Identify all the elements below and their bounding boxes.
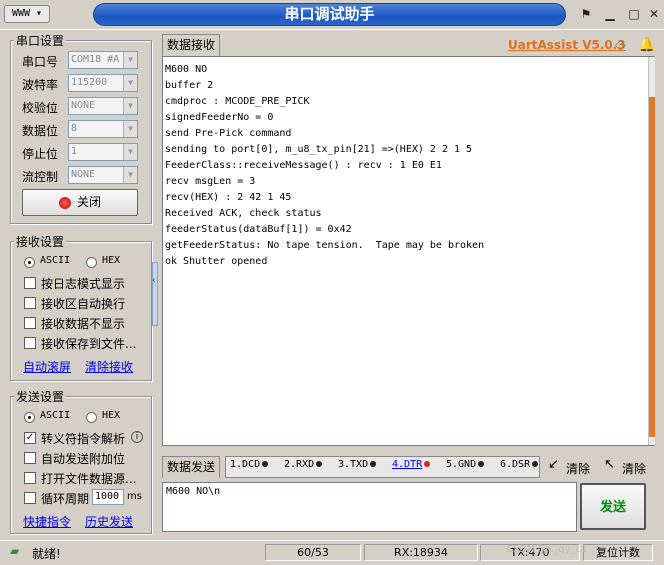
close-port-button[interactable]: 关闭 <box>22 189 138 216</box>
clear-receive-link[interactable]: 清除接收 <box>85 358 133 375</box>
status-led-icon <box>58 196 71 209</box>
signal-dtr[interactable]: 4.DTR <box>392 459 431 470</box>
ready-icon: ▰ <box>10 544 20 558</box>
dcd-led-icon <box>262 461 269 467</box>
rx-counter: RX:18934 <box>364 544 478 561</box>
brand-link[interactable]: UartAssist V5.0.3 <box>508 38 626 52</box>
ratio-field: 60/53 <box>265 544 361 561</box>
chevron-down-icon: ▼ <box>123 75 137 91</box>
hide-data-checkbox[interactable] <box>24 317 36 329</box>
reset-counter-button[interactable]: 复位计数 <box>583 544 653 561</box>
receive-hex-label: HEX <box>102 255 121 266</box>
clear-down-arrow-icon: ↙ <box>548 457 559 472</box>
chevron-down-icon: ▼ <box>123 98 137 114</box>
save-file-checkbox[interactable] <box>24 337 36 349</box>
bell-icon[interactable]: 🔔 <box>638 37 655 53</box>
gnd-led-icon <box>478 461 485 467</box>
baud-label: 波特率 <box>22 78 59 92</box>
chevron-down-icon: ▼ <box>123 121 137 137</box>
signal-gnd[interactable]: 5.GND <box>446 459 485 470</box>
send-button[interactable]: 发送 <box>580 483 646 530</box>
txd-led-icon <box>370 461 377 467</box>
send-hex-label: HEX <box>102 410 121 421</box>
pin-icon[interactable]: ⚑ <box>576 5 596 23</box>
send-settings-title: 发送设置 <box>14 388 67 405</box>
app-icon: WWW <box>11 8 30 19</box>
rxd-led-icon <box>316 461 323 467</box>
signal-rxd[interactable]: 2.RXD <box>284 459 323 470</box>
parity-select[interactable]: NONE ▼ <box>68 97 138 115</box>
save-file-label: 接收保存到文件... <box>41 337 137 351</box>
receive-ascii-label: ASCII <box>40 255 71 266</box>
auto-scroll-link[interactable]: 自动滚屏 <box>23 358 71 375</box>
history-link[interactable]: 历史发送 <box>85 513 133 530</box>
send-hex-radio[interactable] <box>86 412 97 423</box>
log-mode-label: 按日志模式显示 <box>41 277 126 291</box>
period-unit: ms <box>127 491 142 502</box>
status-text: 就绪! <box>32 547 61 561</box>
receive-text-area[interactable]: M600 NO buffer 2 cmdproc : MCODE_PRE_PIC… <box>162 56 655 446</box>
tab-send[interactable]: 数据发送 <box>162 456 221 478</box>
clear-send-button[interactable]: 清除 <box>622 460 646 477</box>
diamond-icon[interactable]: ◇ <box>615 37 626 53</box>
baud-select[interactable]: 115200 ▼ <box>68 74 138 92</box>
auto-wrap-checkbox[interactable] <box>24 297 36 309</box>
databits-label: 数据位 <box>22 124 59 138</box>
clear-receive-button[interactable]: 清除 <box>566 460 590 477</box>
close-button[interactable]: ✕ <box>644 5 664 23</box>
parity-label: 校验位 <box>22 101 59 115</box>
maximize-button[interactable]: □ <box>624 5 644 23</box>
escape-parse-checkbox[interactable]: ✓ <box>24 432 36 444</box>
chevron-left-icon: ‹ <box>152 275 156 286</box>
chevron-down-icon: ▼ <box>123 52 137 68</box>
loop-period-checkbox[interactable] <box>24 492 36 504</box>
dsr-led-icon <box>532 461 539 467</box>
scrollbar-thumb[interactable] <box>649 97 655 437</box>
signal-bar <box>225 456 540 478</box>
window-title: 串口调试助手 <box>93 3 566 26</box>
loop-period-label: 循环周期 <box>41 492 90 506</box>
info-icon[interactable]: i <box>131 431 143 443</box>
auto-wrap-label: 接收区自动换行 <box>41 297 126 311</box>
send-ascii-radio[interactable] <box>24 412 35 423</box>
file-source-label: 打开文件数据源... <box>41 472 137 486</box>
receive-settings-title: 接收设置 <box>14 233 67 250</box>
chevron-down-icon: ▼ <box>123 167 137 183</box>
receive-hex-radio[interactable] <box>86 257 97 268</box>
send-ascii-label: ASCII <box>40 410 71 421</box>
receive-ascii-radio[interactable] <box>24 257 35 268</box>
quick-cmd-link[interactable]: 快捷指令 <box>23 513 71 530</box>
stopbits-label: 停止位 <box>22 147 59 161</box>
databits-select[interactable]: 8 ▼ <box>68 120 138 138</box>
status-bar: ▰ 就绪! 60/53 RX:18934 TX:470 复位计数 CSDN @L… <box>0 540 664 565</box>
chevron-down-icon: ▼ <box>123 144 137 160</box>
signal-dsr[interactable]: 6.DSR <box>500 459 539 470</box>
clear-up-arrow-icon: ↖ <box>604 457 615 472</box>
port-label: 串口号 <box>22 55 59 69</box>
receive-scrollbar[interactable] <box>648 57 655 445</box>
auto-append-checkbox[interactable] <box>24 452 36 464</box>
watermark: CSDN @L_qy_L1 <box>506 544 588 555</box>
log-mode-checkbox[interactable] <box>24 277 36 289</box>
title-bar: WWW ▾ 串口调试助手 ⚑ ▁ □ ✕ <box>0 0 664 30</box>
serial-settings-title: 串口设置 <box>14 32 67 49</box>
auto-append-label: 自动发送附加位 <box>41 452 126 466</box>
hide-data-label: 接收数据不显示 <box>41 317 126 331</box>
stopbits-select[interactable]: 1 ▼ <box>68 143 138 161</box>
file-source-checkbox[interactable] <box>24 472 36 484</box>
flow-label: 流控制 <box>22 170 59 184</box>
signal-txd[interactable]: 3.TXD <box>338 459 377 470</box>
tab-receive[interactable]: 数据接收 <box>162 34 221 56</box>
dtr-led-icon <box>424 461 431 467</box>
signal-dcd[interactable]: 1.DCD <box>230 459 269 470</box>
period-input[interactable]: 1000 <box>92 489 124 505</box>
system-menu-button[interactable]: WWW ▾ <box>4 5 50 23</box>
port-select[interactable]: COM18 #A ▼ <box>68 51 138 69</box>
flow-select[interactable]: NONE ▼ <box>68 166 138 184</box>
escape-parse-label: 转义符指令解析 <box>41 432 126 446</box>
send-text-area[interactable]: M600 NO\n <box>162 482 577 532</box>
minimize-button[interactable]: ▁ <box>600 5 620 23</box>
collapse-handle[interactable] <box>152 262 158 326</box>
